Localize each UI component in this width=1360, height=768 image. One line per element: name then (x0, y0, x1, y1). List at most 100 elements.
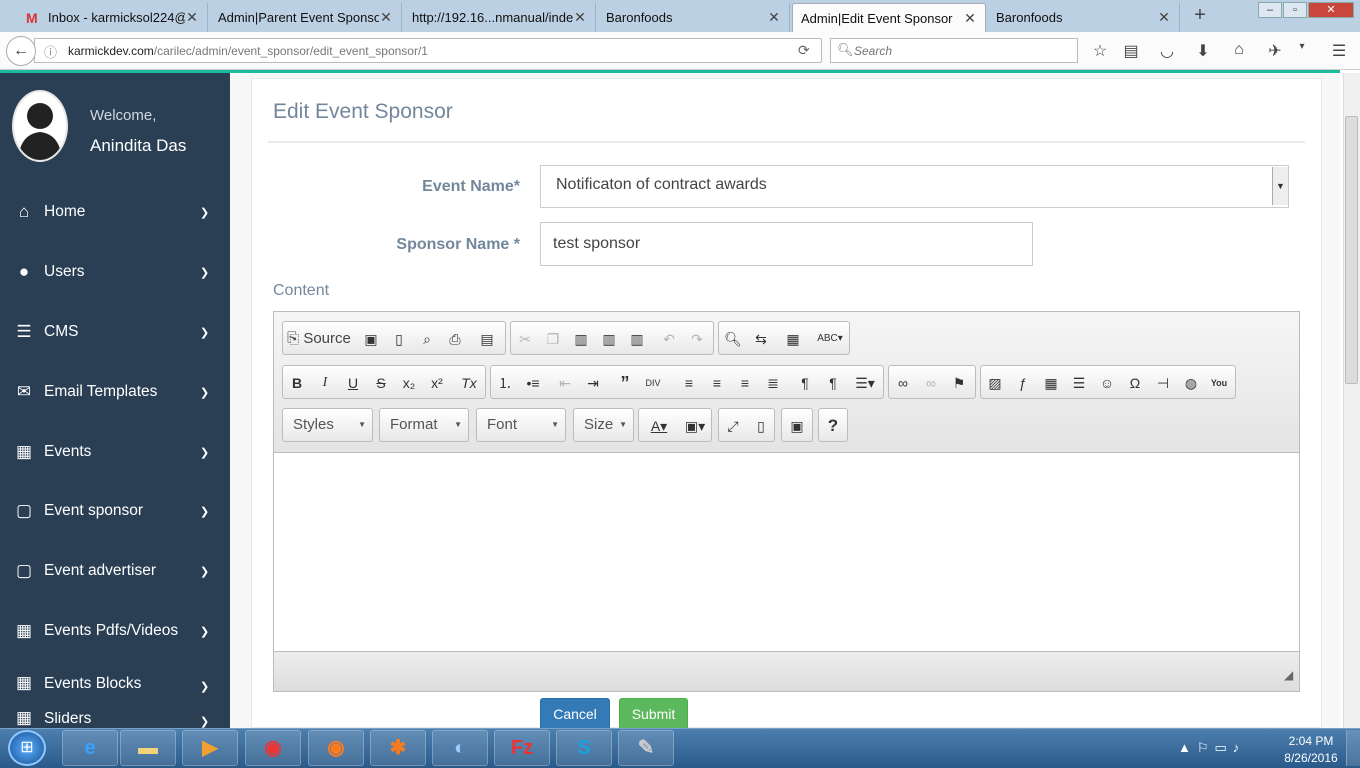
browser-tab-ip[interactable]: http://192.16...nmanual/index ✕ (404, 3, 596, 32)
video-icon[interactable]: ▣ (785, 414, 809, 438)
scrollbar-thumb[interactable] (1345, 116, 1358, 384)
system-clock[interactable]: 2:04 PM 8/26/2016 (1280, 733, 1342, 767)
close-tab-icon[interactable]: ✕ (767, 9, 781, 26)
close-tab-icon[interactable]: ✕ (185, 9, 199, 26)
info-icon[interactable]: ⓘ (44, 42, 57, 61)
blockquote-icon[interactable]: ” (613, 371, 637, 395)
iframe-icon[interactable]: ◍ (1179, 371, 1203, 395)
system-tray-icons[interactable]: ▲⚐▭♪ (1178, 740, 1245, 756)
anchor-flag-icon[interactable]: ⚑ (947, 371, 971, 395)
sidebar-item-event-advertiser[interactable]: ▢ Event advertiser ❯ (0, 551, 230, 591)
sidebar-item-home[interactable]: ⌂ Home ❯ (0, 192, 230, 232)
styles-combo[interactable]: Styles ▼ (282, 408, 373, 442)
home-icon[interactable]: ⌂ (1229, 41, 1249, 59)
youtube-icon[interactable]: You (1207, 371, 1231, 395)
preview-icon[interactable]: ⌕ (415, 327, 439, 351)
chrome-icon[interactable]: ◉ (245, 730, 301, 766)
paint-icon[interactable]: ✎ (618, 730, 674, 766)
editor-body[interactable] (274, 454, 1299, 651)
maximize-icon[interactable]: ⤢ (721, 414, 745, 438)
div-container-icon[interactable]: DIV (641, 371, 665, 395)
smiley-icon[interactable]: ☺ (1095, 371, 1119, 395)
text-color-icon[interactable]: A▾ (643, 414, 675, 438)
new-page-icon[interactable]: ▯ (387, 327, 411, 351)
templates-icon[interactable]: ▤ (475, 327, 499, 351)
pocket-icon[interactable]: ◡ (1157, 41, 1177, 61)
sidebar-item-events-pdfs-videos[interactable]: ▦ Events Pdfs/Videos ❯ (0, 611, 230, 651)
cut-icon[interactable]: ✂ (513, 327, 537, 351)
close-tab-icon[interactable]: ✕ (963, 10, 977, 27)
sidebar-item-users[interactable]: ● Users ❯ (0, 252, 230, 292)
url-text[interactable]: karmickdev.com/carilec/admin/event_spons… (68, 44, 428, 58)
extension-icon[interactable]: ✈ (1265, 41, 1285, 61)
app-icon[interactable]: ◐ (432, 730, 488, 766)
format-combo[interactable]: Format ▼ (379, 408, 469, 442)
paste-word-icon[interactable]: ▥ (625, 327, 649, 351)
language-icon[interactable]: ☰▾ (849, 371, 881, 395)
browser-tab-gmail[interactable]: M Inbox - karmicksol224@... ✕ (18, 3, 208, 32)
sidebar-item-events[interactable]: ▦ Events ❯ (0, 432, 230, 472)
unlink-icon[interactable]: ∞ (919, 371, 943, 395)
show-blocks-icon[interactable]: ▯ (749, 414, 773, 438)
select-arrow-icon[interactable]: ▼ (1272, 167, 1288, 205)
back-button[interactable]: ← (6, 36, 36, 66)
justify-icon[interactable]: ≣ (761, 371, 785, 395)
browser-tab-baronfoods-2[interactable]: Baronfoods ✕ (988, 3, 1180, 32)
menu-icon[interactable]: ☰ (1329, 41, 1349, 61)
show-desktop-button[interactable] (1346, 730, 1360, 766)
close-tab-icon[interactable]: ✕ (379, 9, 393, 26)
download-icon[interactable]: ⬇ (1193, 41, 1213, 61)
media-player-icon[interactable]: ▶ (182, 730, 238, 766)
undo-icon[interactable]: ↶ (657, 327, 681, 351)
italic-icon[interactable]: I (313, 371, 337, 395)
reload-icon[interactable]: ⟳ (798, 42, 810, 59)
paste-text-icon[interactable]: ▥ (597, 327, 621, 351)
resize-handle-icon[interactable]: ◢ (1284, 668, 1293, 682)
find-icon[interactable]: 🔍︎ (721, 327, 745, 351)
spellcheck-icon[interactable]: ABC▾ (813, 327, 847, 351)
ltr-icon[interactable]: ¶ (793, 371, 817, 395)
flash-icon[interactable]: ƒ (1011, 371, 1035, 395)
remove-format-icon[interactable]: Tx (457, 371, 481, 395)
align-right-icon[interactable]: ≡ (733, 371, 757, 395)
bulleted-list-icon[interactable]: •≡ (521, 371, 545, 395)
align-center-icon[interactable]: ≡ (705, 371, 729, 395)
numbered-list-icon[interactable]: ⒈ (493, 371, 517, 395)
browser-tab-active[interactable]: Admin|Edit Event Sponsor ✕ (792, 3, 986, 32)
minimize-button[interactable]: – (1258, 2, 1282, 18)
underline-icon[interactable]: U (341, 371, 365, 395)
table-icon[interactable]: ▦ (1039, 371, 1063, 395)
cancel-button[interactable]: Cancel (540, 698, 610, 730)
horizontal-line-icon[interactable]: ☰ (1067, 371, 1091, 395)
sidebar-item-event-sponsor[interactable]: ▢ Event sponsor ❯ (0, 491, 230, 531)
replace-icon[interactable]: ⇆ (749, 327, 773, 351)
sponsor-name-input[interactable] (540, 222, 1033, 266)
copy-icon[interactable]: ❐ (541, 327, 565, 351)
paste-icon[interactable]: ▥ (569, 327, 593, 351)
strike-icon[interactable]: S (369, 371, 393, 395)
indent-icon[interactable]: ⇥ (581, 371, 605, 395)
redo-icon[interactable]: ↷ (685, 327, 709, 351)
new-tab-button[interactable]: + (1190, 5, 1210, 25)
close-window-button[interactable]: ✕ (1308, 2, 1354, 18)
source-button[interactable]: ⎘ Source (287, 327, 351, 351)
sidebar-item-sliders[interactable]: ▦ Sliders ❯ (0, 712, 230, 728)
xampp-icon[interactable]: ✱ (370, 730, 426, 766)
submit-button[interactable]: Submit (619, 698, 688, 730)
link-icon[interactable]: ∞ (891, 371, 915, 395)
browser-tab-baronfoods[interactable]: Baronfoods ✕ (598, 3, 790, 32)
subscript-icon[interactable]: x₂ (397, 371, 421, 395)
font-combo[interactable]: Font ▼ (476, 408, 566, 442)
background-color-icon[interactable]: ▣▾ (679, 414, 711, 438)
file-explorer-icon[interactable]: ▬ (120, 730, 176, 766)
image-icon[interactable]: ▨ (983, 371, 1007, 395)
reading-list-icon[interactable]: ▤ (1121, 41, 1141, 61)
maximize-button[interactable]: ▫ (1283, 2, 1307, 18)
special-char-icon[interactable]: Ω (1123, 371, 1147, 395)
outdent-icon[interactable]: ⇤ (553, 371, 577, 395)
sidebar-item-email-templates[interactable]: ✉ Email Templates ❯ (0, 372, 230, 412)
skype-icon[interactable]: S (556, 730, 612, 766)
close-tab-icon[interactable]: ✕ (1157, 9, 1171, 26)
size-combo[interactable]: Size ▼ (573, 408, 634, 442)
save-icon[interactable]: ▣ (359, 327, 383, 351)
